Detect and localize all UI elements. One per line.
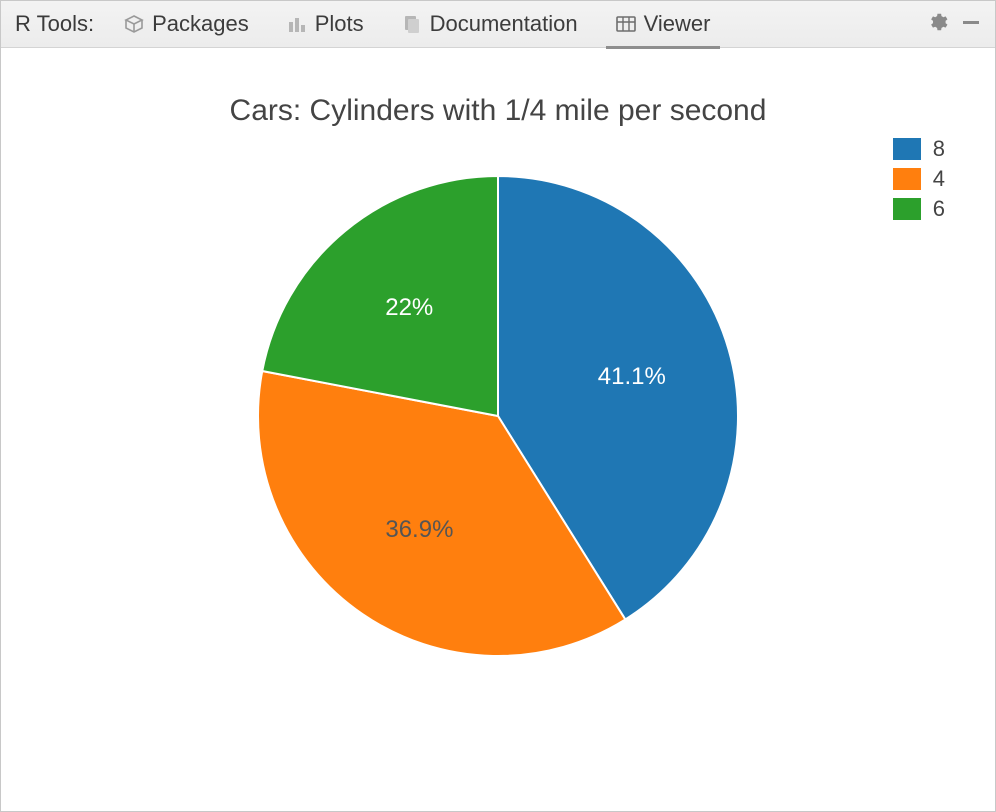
tab-plots[interactable]: Plots: [277, 1, 374, 47]
legend-label: 6: [933, 196, 945, 222]
chart-wrap: 41.1% 36.9% 22% 8 4 6: [21, 136, 975, 783]
slice-label: 22%: [385, 294, 433, 321]
viewer-icon: [616, 14, 636, 34]
toolbar-title: R Tools:: [15, 11, 94, 37]
settings-button[interactable]: [923, 10, 951, 38]
legend-swatch: [893, 138, 921, 160]
tab-label: Documentation: [430, 11, 578, 37]
legend-label: 8: [933, 136, 945, 162]
tab-packages[interactable]: Packages: [114, 1, 259, 47]
pie-chart: 41.1% 36.9% 22%: [218, 136, 778, 696]
tab-label: Viewer: [644, 11, 711, 37]
legend: 8 4 6: [893, 136, 945, 222]
legend-item[interactable]: 4: [893, 166, 945, 192]
r-tools-panel: R Tools: Packages Plots Documentation Vi…: [0, 0, 996, 812]
package-icon: [124, 14, 144, 34]
slice-label: 41.1%: [598, 363, 666, 390]
chart-title: Cars: Cylinders with 1/4 mile per second: [21, 94, 975, 128]
viewer-area: Cars: Cylinders with 1/4 mile per second…: [1, 48, 995, 811]
legend-swatch: [893, 198, 921, 220]
plots-icon: [287, 14, 307, 34]
legend-item[interactable]: 6: [893, 196, 945, 222]
minimize-icon: [961, 12, 981, 37]
tab-label: Plots: [315, 11, 364, 37]
legend-item[interactable]: 8: [893, 136, 945, 162]
slice-label: 36.9%: [385, 516, 453, 543]
tab-viewer[interactable]: Viewer: [606, 0, 721, 49]
minimize-button[interactable]: [957, 10, 985, 38]
toolbar: R Tools: Packages Plots Documentation Vi…: [1, 1, 995, 48]
tab-documentation[interactable]: Documentation: [392, 1, 588, 47]
gear-icon: [926, 11, 948, 38]
tab-label: Packages: [152, 11, 249, 37]
legend-swatch: [893, 168, 921, 190]
documents-icon: [402, 14, 422, 34]
legend-label: 4: [933, 166, 945, 192]
